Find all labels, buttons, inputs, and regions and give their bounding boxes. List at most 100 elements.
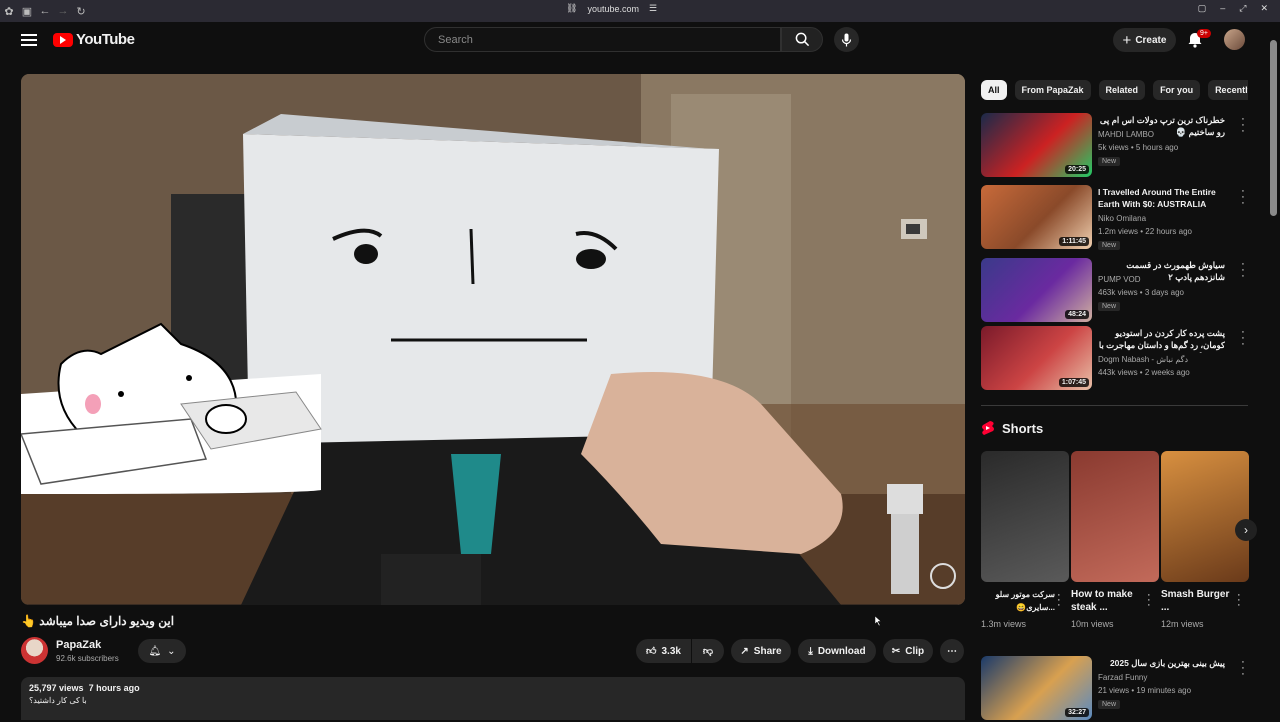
short-item[interactable]: How to make steak ... 10m views · · ·: [1071, 451, 1159, 629]
shorts-icon: [982, 421, 994, 435]
shorts-next-button[interactable]: ›: [1235, 519, 1257, 541]
reload-icon[interactable]: ↻: [72, 3, 90, 19]
maximize-icon[interactable]: ⤢: [1239, 3, 1246, 14]
short-title[interactable]: سرکت موتور سلو ...سایری😄: [981, 588, 1055, 614]
short-title[interactable]: Smash Burger ...: [1161, 588, 1235, 614]
browser-toolbar: ✿ ▣ ← → ↻ ⛓ youtube.com ☰ ▢ – ⤢ ✕: [0, 0, 1280, 22]
dislike-button[interactable]: 👎︎: [692, 639, 724, 663]
subscribed-notifications-button[interactable]: 🔔︎ ⌄: [138, 639, 186, 663]
short-title[interactable]: How to make steak ...: [1071, 588, 1145, 614]
hamburger-menu-icon[interactable]: [21, 34, 37, 46]
subscriber-count: 92.6k subscribers: [56, 654, 119, 663]
recommendation-meta: 5k views • 5 hours ago: [1098, 143, 1179, 152]
recommendation-meta: 1.2m views • 22 hours ago: [1098, 227, 1192, 236]
address-bar[interactable]: ⛓ youtube.com ☰: [566, 3, 657, 14]
recommendation-channel: Dogm Nabash - دگم نباش: [1098, 355, 1189, 364]
description-text: با کی کار داشتید؟: [29, 696, 87, 705]
filter-chips: All From PapaZak Related For you Recently up…: [981, 80, 1248, 100]
chevron-down-icon: ⌄: [167, 645, 176, 657]
create-button[interactable]: + Create: [1113, 28, 1176, 52]
recommendation-title[interactable]: پیش بینی بهترین بازی سال 2025: [1098, 657, 1225, 669]
more-vertical-icon[interactable]: · · ·: [1239, 114, 1247, 137]
back-icon[interactable]: ←: [36, 3, 54, 19]
recommendation-item[interactable]: 48:24 سیاوش طهمورث در قسمت شانزدهم پادپ ۲…: [981, 258, 1261, 324]
tabs-icon[interactable]: ▣: [18, 3, 36, 19]
short-thumbnail[interactable]: [981, 451, 1069, 582]
split-view-icon[interactable]: ▢: [1198, 3, 1207, 14]
channel-name[interactable]: PapaZak: [56, 639, 101, 651]
more-vertical-icon[interactable]: · · ·: [1239, 186, 1247, 209]
recommendation-item[interactable]: 1:11:45 I Travelled Around The Entire Ear…: [981, 185, 1261, 251]
browser-menu-icon[interactable]: ✿: [0, 3, 18, 19]
recommendation-item[interactable]: 1:07:45 پشت پرده کار کردن در استودیو کوما…: [981, 326, 1261, 392]
more-horizontal-icon: ⋯: [947, 645, 957, 657]
chip-0[interactable]: All: [981, 80, 1007, 100]
recommendation-title[interactable]: I Travelled Around The Entire Earth With…: [1098, 186, 1225, 210]
short-item[interactable]: سرکت موتور سلو ...سایری😄 1.3m views · · ·: [981, 451, 1069, 629]
clip-button[interactable]: ✂ Clip: [883, 639, 933, 663]
microphone-icon: [841, 33, 852, 46]
create-label: Create: [1135, 34, 1167, 46]
view-count: 25,797 views: [29, 683, 84, 693]
video-thumbnail[interactable]: 20:25: [981, 113, 1092, 177]
plus-icon: +: [1122, 31, 1132, 49]
like-button[interactable]: 👍︎ 3.3k: [636, 639, 691, 663]
minimize-icon[interactable]: –: [1220, 3, 1225, 14]
chip-2[interactable]: Related: [1098, 80, 1146, 100]
recommendation-channel: Niko Omilana: [1098, 214, 1147, 223]
upload-time: 7 hours ago: [88, 683, 140, 693]
clip-label: Clip: [905, 645, 925, 657]
duration-badge: 1:07:45: [1058, 378, 1089, 387]
video-thumbnail[interactable]: 48:24: [981, 258, 1092, 322]
video-thumbnail[interactable]: 1:07:45: [981, 326, 1092, 390]
short-item[interactable]: Smash Burger ... 12m views · · ·: [1161, 451, 1249, 629]
settings-sliders-icon[interactable]: ☰: [649, 3, 657, 14]
download-label: Download: [817, 645, 866, 657]
download-button[interactable]: ⤓ Download: [798, 639, 876, 663]
search-button[interactable]: [781, 27, 823, 52]
chip-3[interactable]: For you: [1153, 80, 1201, 100]
forward-icon[interactable]: →: [54, 3, 72, 19]
more-vertical-icon[interactable]: · · ·: [1237, 590, 1241, 611]
notification-count-badge: 9+: [1197, 29, 1211, 38]
like-count: 3.3k: [661, 645, 681, 657]
short-thumbnail[interactable]: [1161, 451, 1249, 582]
video-title: این ویدیو دارای صدا میباشد 👆: [21, 614, 175, 628]
video-thumbnail[interactable]: 32:27: [981, 656, 1092, 720]
more-vertical-icon[interactable]: · · ·: [1239, 259, 1247, 282]
shorts-heading: Shorts: [1002, 420, 1044, 436]
video-thumbnail[interactable]: 1:11:45: [981, 185, 1092, 249]
search-input[interactable]: Search: [424, 27, 781, 52]
page-scrollbar[interactable]: [1268, 24, 1280, 720]
logo-text: YouTube: [76, 31, 135, 48]
share-button[interactable]: ↗ Share: [731, 639, 791, 663]
account-avatar[interactable]: [1224, 29, 1245, 50]
description-box[interactable]: 25,797 views 7 hours ago با کی کار داشتی…: [21, 677, 965, 720]
recommendation-title[interactable]: پشت پرده کار کردن در استودیو کومان، رد‌ …: [1098, 327, 1225, 353]
mouse-cursor-icon: [875, 616, 882, 626]
close-window-icon[interactable]: ✕: [1260, 3, 1268, 14]
url-text: youtube.com: [587, 3, 639, 14]
more-vertical-icon[interactable]: · · ·: [1239, 657, 1247, 680]
more-vertical-icon[interactable]: · · ·: [1147, 590, 1151, 611]
video-frame: [21, 74, 965, 605]
video-player[interactable]: [21, 74, 965, 605]
more-vertical-icon[interactable]: · · ·: [1057, 590, 1061, 611]
recommendation-item[interactable]: 32:27 پیش بینی بهترین بازی سال 2025 Farzad…: [981, 656, 1261, 722]
more-actions-button[interactable]: ⋯: [940, 639, 964, 663]
chip-4[interactable]: Recently uploaded: [1208, 80, 1248, 100]
more-vertical-icon[interactable]: · · ·: [1239, 327, 1247, 350]
short-views: 1.3m views: [981, 619, 1027, 629]
chip-1[interactable]: From PapaZak: [1014, 80, 1091, 100]
short-views: 12m views: [1161, 619, 1204, 629]
voice-search-button[interactable]: [834, 27, 859, 52]
share-label: Share: [753, 645, 782, 657]
scrollbar-thumb[interactable]: [1270, 40, 1277, 216]
recommendation-meta: 21 views • 19 minutes ago: [1098, 686, 1192, 695]
duration-badge: 32:27: [1065, 708, 1089, 717]
shorts-header: Shorts: [981, 420, 1043, 436]
short-thumbnail[interactable]: [1071, 451, 1159, 582]
channel-avatar[interactable]: [21, 637, 48, 664]
youtube-logo[interactable]: YouTube: [53, 31, 135, 48]
recommendation-item[interactable]: 20:25 خطرناک ترین ترپ دولات اس ام پی رو س…: [981, 113, 1261, 179]
